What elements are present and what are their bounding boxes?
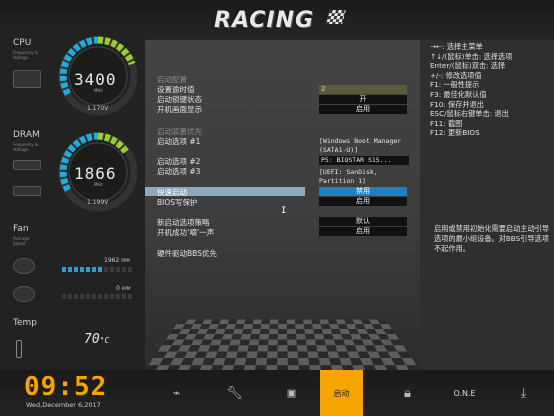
cpu-chip-icon [13, 70, 41, 88]
tab-one[interactable]: O.N.E [443, 370, 486, 416]
racing-logo: RACING [210, 6, 350, 36]
key-help-item: F1: 一般性提示 [430, 80, 480, 90]
numlock-select[interactable]: 开 [319, 95, 407, 104]
dram-sub-label: Frequency & Voltage [13, 142, 39, 152]
fan-icon-2 [13, 286, 35, 302]
dram-module-icon-2 [13, 186, 41, 196]
splash-label: 开机画面显示 [157, 105, 202, 114]
key-help-list: →←: 选择主菜单 ↑↓/(鼠标)单击: 选择选项 Enter/(鼠标)双击: … [430, 42, 512, 138]
mouse-cursor-icon: I [281, 206, 287, 216]
temp-label: Temp [13, 318, 37, 328]
option-description: 启用或禁用初始化需要启动主动引导选项的最小组设备。对BBS引导选项不起作用。 [434, 224, 550, 253]
fan1-speed-meter [62, 267, 136, 272]
fan-sub-label: Average Speed [13, 236, 30, 246]
tab-one-label: O.N.E [453, 388, 476, 398]
bios-write-protect-label: BIOS写保护 [157, 198, 198, 207]
download-icon: ⤓ [520, 385, 527, 401]
boot-beep-label: 开机成功‘嘀’一声 [157, 228, 215, 237]
dram-voltage: 1.199V [87, 199, 109, 206]
key-help-item: +/-: 修改选项值 [430, 70, 482, 80]
boot-option-3-label: 启动选项 #3 [157, 167, 201, 176]
tab-security[interactable]: 🔒︎ [386, 370, 429, 416]
new-boot-option-policy-select[interactable]: 默认 [319, 217, 407, 226]
timeout-input[interactable]: 2 [319, 85, 407, 94]
boot-option-1-select[interactable]: [Windows Boot Manager (SATA1-U)] [319, 137, 411, 155]
boot-option-1-label: 启动选项 #1 [157, 137, 201, 146]
tab-advanced[interactable]: ▣ [270, 370, 313, 416]
clock-date: Wed,December 6,2017 [26, 401, 101, 409]
clock-time: 09:52 [24, 372, 108, 402]
cpu-frequency-unit: MHz [94, 88, 103, 93]
help-panel: →←: 选择主菜单 ↑↓/(鼠标)单击: 选择选项 Enter/(鼠标)双击: … [420, 40, 554, 370]
key-help-item: F11: 截图 [430, 118, 463, 128]
fan-icon [13, 258, 35, 274]
dram-module-icon [13, 160, 41, 170]
boot-settings-panel: 启动配置 设置逾时值 2 启动锁键状态 开 开机画面显示 启用 启动装置优先 启… [145, 40, 420, 370]
key-help-item: ESC/鼠标右键单击: 退出 [430, 109, 509, 119]
fan2-speed-meter [62, 294, 136, 299]
lock-icon: 🔒︎ [404, 385, 411, 401]
tab-main[interactable]: ⌁ [155, 370, 198, 416]
cpu-sub-label: Frequency & Voltage [13, 50, 39, 60]
thermometer-icon [16, 340, 22, 358]
dram-label: DRAM [13, 130, 40, 140]
bios-write-protect-select[interactable]: 启用 [319, 197, 407, 206]
wrench-icon: 🔧︎ [226, 385, 243, 401]
logo-text: RACING [214, 8, 315, 33]
key-help-item: ↑↓/(鼠标)单击: 选择选项 [430, 51, 513, 61]
dram-frequency: 1866 [74, 164, 117, 183]
splash-select[interactable]: 启用 [319, 105, 407, 114]
fast-boot-select[interactable]: 禁用 [319, 187, 407, 196]
fan1-rpm: 1962 RPM [104, 257, 130, 264]
temperature-value: 70°C [84, 332, 110, 347]
boot-option-3-select[interactable]: [UEFI: SanDisk, Partition 1] [319, 168, 411, 186]
checkered-flag-icon [326, 10, 346, 24]
tab-save-exit[interactable]: ⤓ [502, 370, 545, 416]
key-help-item: Enter/(鼠标)双击: 选择 [430, 61, 506, 71]
cpu-frequency: 3400 [74, 70, 117, 89]
boot-beep-select[interactable]: 启用 [319, 227, 407, 236]
chip-icon: ▣ [287, 385, 296, 401]
fan2-rpm: 0 RPM [116, 285, 131, 292]
tab-tweaker[interactable]: 🔧︎ [213, 370, 256, 416]
tab-boot-label: 启动 [333, 388, 350, 398]
cpu-voltage: 1.170V [87, 105, 109, 112]
boot-option-2-select[interactable]: P5: BIOSTAR S15... [319, 156, 409, 165]
key-help-item: F10: 保存并退出 [430, 99, 484, 109]
key-help-item: F3: 最佳化默认值 [430, 89, 487, 99]
fan-label: Fan [13, 224, 29, 234]
pulse-chart-icon: ⌁ [172, 385, 181, 401]
key-help-item: F12: 更新BIOS [430, 128, 480, 138]
cpu-label: CPU [13, 38, 32, 48]
dram-frequency-unit: MHz [94, 182, 103, 187]
key-help-item: →←: 选择主菜单 [430, 42, 483, 51]
tab-boot[interactable]: 启动 [320, 370, 363, 416]
hdd-bbs-priority-link[interactable]: 硬件驱动BBS优先 [157, 248, 217, 259]
